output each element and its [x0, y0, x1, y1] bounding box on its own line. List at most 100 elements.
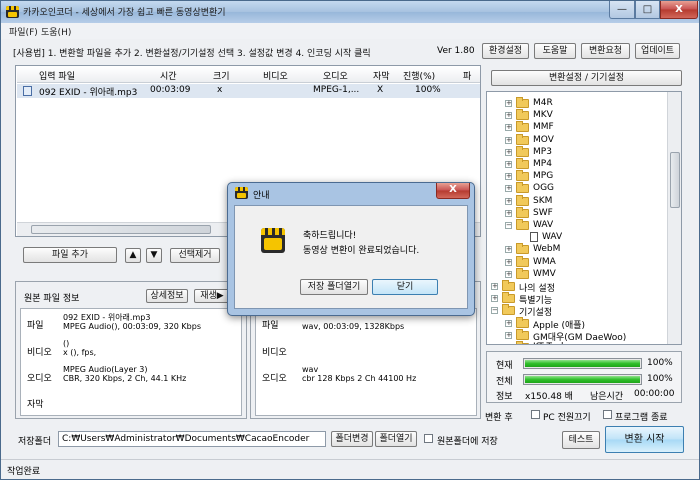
col-audio[interactable]: 오디오	[323, 69, 348, 82]
col-size[interactable]: 크기	[213, 69, 230, 82]
tree-item[interactable]: + 나의 설정	[491, 280, 663, 294]
total-progress-label: 전체	[496, 377, 513, 387]
test-button[interactable]: 테스트	[562, 431, 600, 449]
help-button[interactable]: 도움말	[534, 43, 576, 59]
dialog-close-x-button[interactable]: X	[436, 183, 470, 199]
play-button[interactable]: 재생▶	[194, 289, 230, 303]
dialog-close-button[interactable]: 닫기	[372, 279, 438, 295]
col-more[interactable]: 파	[463, 69, 471, 82]
menu-bar: 파일(F) 도움(H)	[1, 23, 699, 39]
total-progress-bar	[523, 374, 642, 385]
expand-icon[interactable]: +	[505, 258, 512, 266]
col-time[interactable]: 시간	[160, 69, 177, 82]
tree-item[interactable]: − WAV	[505, 219, 663, 232]
change-folder-button[interactable]: 폴더변경	[331, 431, 373, 447]
tree-item[interactable]: + 특별기능	[491, 292, 663, 306]
save-folder-input[interactable]: C:₩Users₩Administrator₩Documents₩CacaoEn…	[58, 431, 326, 447]
remaining-value: 00:00:00	[634, 389, 675, 399]
preset-scroll-thumb[interactable]	[670, 152, 680, 208]
save-in-source-label: 원본폴더에 저장	[437, 437, 498, 447]
folder-icon	[516, 158, 529, 169]
remove-selected-button[interactable]: 선택제거	[170, 248, 220, 263]
expand-icon[interactable]: +	[505, 209, 512, 217]
table-row[interactable]: 092 EXID - 위아래.mp3 00:03:09 x MPEG-1,...…	[17, 84, 480, 98]
expand-icon[interactable]: +	[505, 246, 512, 254]
tree-item[interactable]: + SKM	[505, 194, 663, 208]
tree-item[interactable]: + MP3	[505, 145, 663, 159]
move-up-button[interactable]: ▲	[125, 248, 141, 263]
detail-info-button[interactable]: 상세정보	[146, 289, 188, 303]
expand-icon[interactable]: +	[505, 136, 512, 144]
tree-item[interactable]: + MP4	[505, 158, 663, 171]
expand-icon[interactable]: +	[505, 185, 512, 193]
tree-item[interactable]: + WMA	[505, 255, 663, 269]
tree-item[interactable]: + Apple (애플)	[505, 316, 663, 331]
source-video-line2: x (), fps,	[63, 348, 97, 357]
menu-file[interactable]: 파일(F)	[9, 25, 38, 38]
tree-item-label: KT Tech	[533, 342, 567, 344]
tree-item[interactable]: + M4R	[505, 97, 663, 110]
tree-item[interactable]: + SWF	[505, 206, 663, 220]
collapse-icon[interactable]: −	[505, 222, 512, 229]
close-button[interactable]: X	[660, 1, 698, 19]
col-progress[interactable]: 진행(%)	[403, 69, 435, 82]
col-subtitle[interactable]: 자막	[373, 69, 390, 82]
expand-icon[interactable]: +	[505, 270, 512, 278]
tree-item-label: MKV	[533, 110, 553, 121]
dialog-open-folder-button[interactable]: 저장 폴더열기	[300, 279, 368, 295]
folder-icon	[516, 328, 529, 340]
source-file-label: 파일	[27, 321, 44, 331]
open-folder-button[interactable]: 폴더열기	[375, 431, 417, 447]
minimize-button[interactable]: —	[609, 1, 635, 19]
tree-item[interactable]: − 기기설정	[491, 304, 663, 318]
output-audio-line1: wav	[302, 365, 319, 374]
tree-item[interactable]: + MOV	[505, 133, 663, 147]
folder-icon	[516, 316, 529, 328]
tree-item[interactable]: + OGG	[505, 182, 663, 195]
pc-shutdown-checkbox[interactable]	[531, 410, 540, 419]
expand-icon[interactable]: +	[505, 112, 512, 120]
start-convert-button[interactable]: 변환 시작	[605, 426, 684, 453]
expand-icon[interactable]: +	[505, 161, 512, 168]
maximize-button[interactable]: □	[635, 1, 660, 19]
expand-icon[interactable]: +	[505, 319, 512, 327]
expand-icon[interactable]: +	[505, 173, 512, 181]
expand-icon[interactable]: +	[505, 197, 512, 205]
preset-vertical-scrollbar[interactable]	[667, 92, 681, 344]
col-input-file[interactable]: 입력 파일	[39, 69, 75, 82]
tree-item[interactable]: + WebM	[505, 243, 663, 256]
tree-item[interactable]: WAV	[519, 232, 663, 244]
move-down-button[interactable]: ▼	[146, 248, 162, 263]
tree-item-label: M4R	[533, 98, 553, 108]
expand-icon[interactable]: +	[505, 331, 512, 339]
exit-program-checkbox[interactable]	[603, 410, 612, 419]
menu-help[interactable]: 도움(H)	[41, 25, 71, 38]
collapse-icon[interactable]: −	[491, 307, 498, 315]
expand-icon[interactable]: +	[506, 344, 512, 345]
expand-icon[interactable]: +	[505, 124, 512, 132]
title-bar: 카카오인코더 - 세상에서 가장 쉽고 빠른 동영상변환기 — □ X	[1, 1, 699, 23]
expand-icon[interactable]: +	[505, 148, 512, 156]
add-file-button[interactable]: 파일 추가	[23, 247, 117, 263]
expand-icon[interactable]: +	[505, 100, 512, 107]
source-video-line1: ()	[63, 339, 70, 348]
expand-icon[interactable]: +	[491, 295, 498, 303]
tree-item[interactable]: + MKV	[505, 109, 663, 122]
remaining-label: 남은시간	[590, 392, 624, 402]
convert-request-button[interactable]: 변환요청	[581, 43, 630, 59]
tree-item[interactable]: + WMV	[505, 267, 663, 281]
horizontal-scroll-thumb[interactable]	[31, 225, 211, 234]
col-video[interactable]: 비디오	[263, 69, 288, 82]
tree-item[interactable]: + GM대우(GM DaeWoo)	[505, 328, 663, 343]
window-title: 카카오인코더 - 세상에서 가장 쉽고 빠른 동영상변환기	[23, 8, 226, 18]
tree-item[interactable]: + MPG	[505, 170, 663, 183]
preset-title-button[interactable]: 변환설정 / 기기설정	[491, 70, 682, 86]
save-in-source-checkbox[interactable]	[424, 434, 433, 443]
update-button[interactable]: 업데이트	[635, 43, 680, 59]
tree-item[interactable]: + KT Tech	[505, 341, 663, 345]
source-info-title: 원본 파일 정보	[24, 294, 80, 304]
tree-item-label: MMF	[533, 122, 554, 133]
tree-item[interactable]: + MMF	[505, 121, 663, 134]
expand-icon[interactable]: +	[491, 283, 498, 290]
env-settings-button[interactable]: 환경설정	[482, 43, 529, 59]
